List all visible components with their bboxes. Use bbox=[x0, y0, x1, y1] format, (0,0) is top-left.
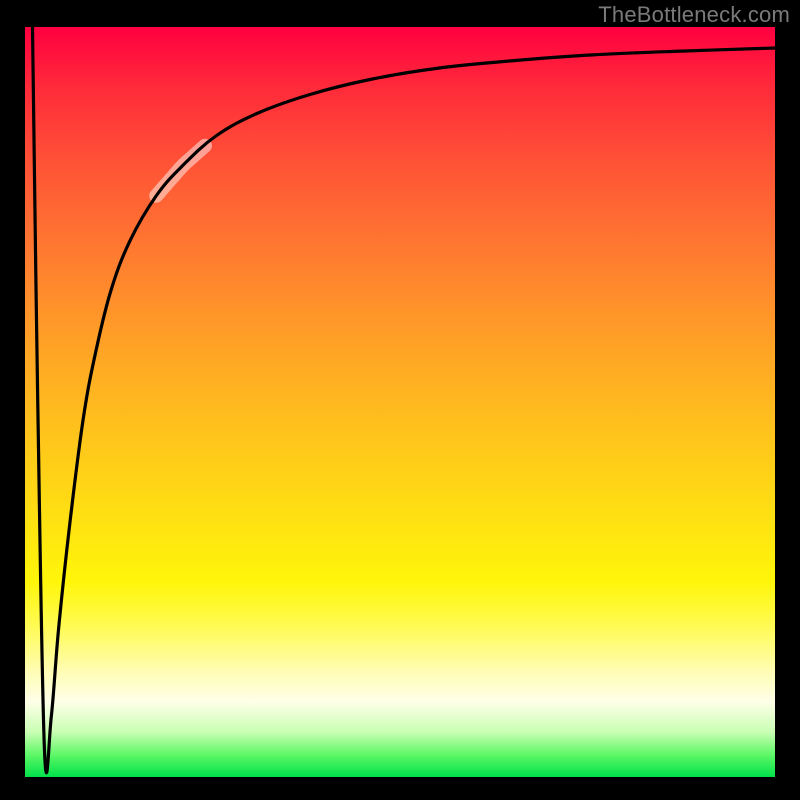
main-curve bbox=[33, 27, 776, 773]
plot-frame bbox=[25, 27, 775, 777]
curve-layer bbox=[25, 27, 775, 777]
watermark-text: TheBottleneck.com bbox=[598, 2, 790, 28]
chart-container: TheBottleneck.com bbox=[0, 0, 800, 800]
